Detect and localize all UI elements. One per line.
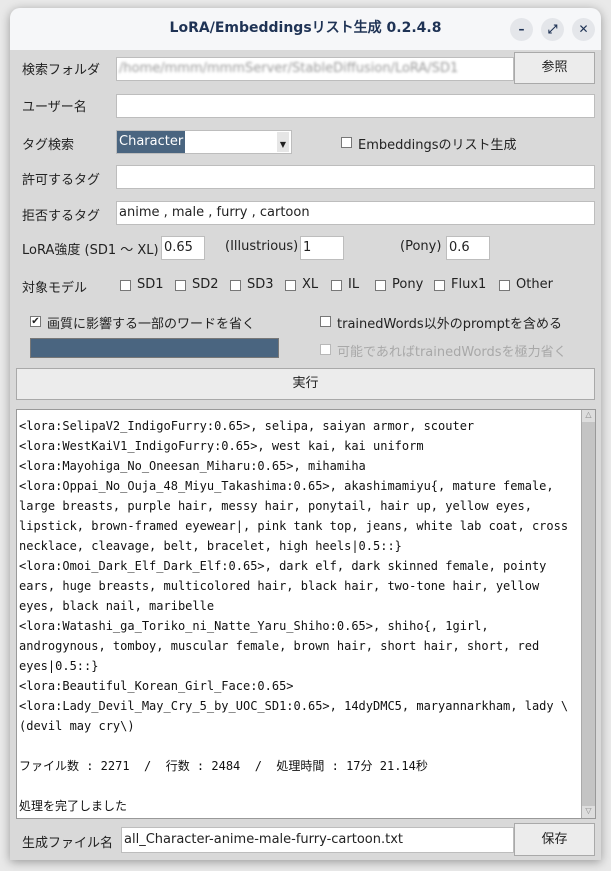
scroll-down-icon[interactable]: ▽ xyxy=(582,806,595,818)
model-checkbox-other[interactable] xyxy=(499,280,510,291)
strength-il-input[interactable]: 1 xyxy=(300,236,344,260)
model-checkbox-il[interactable] xyxy=(331,280,342,291)
deny-input[interactable]: anime , male , furry , cartoon xyxy=(116,201,595,225)
strength-label: LoRA強度 (SD1 〜 XL) xyxy=(22,243,159,258)
minimize-button[interactable]: – xyxy=(510,18,533,41)
deny-label: 拒否するタグ xyxy=(22,209,101,224)
strength-il-label: (Illustrious) xyxy=(225,239,299,254)
folder-label: 検索フォルダ xyxy=(22,63,101,78)
user-label: ユーザー名 xyxy=(22,100,87,115)
omit-quality-checkbox[interactable]: ✔ xyxy=(30,316,41,327)
model-label-pony: Pony xyxy=(392,277,424,292)
tag-search-combo[interactable]: Character ▼ xyxy=(116,130,292,154)
strength-pony-label: (Pony) xyxy=(400,239,442,254)
model-checkbox-sd3[interactable] xyxy=(230,280,241,291)
omit-quality-label: 画質に影響する一部のワードを省く xyxy=(47,317,256,332)
scrollbar[interactable]: △ ▽ xyxy=(581,410,595,818)
model-checkbox-xl[interactable] xyxy=(285,280,296,291)
embeddings-checkbox[interactable] xyxy=(341,137,352,148)
omit-trained-label: 可能であればtrainedWordsを極力省く xyxy=(337,345,567,360)
model-label-flux1: Flux1 xyxy=(451,277,487,292)
model-checkbox-flux1[interactable] xyxy=(434,280,445,291)
model-checkbox-sd2[interactable] xyxy=(175,280,186,291)
omit-trained-checkbox xyxy=(320,344,331,355)
dropdown-arrow-icon[interactable]: ▼ xyxy=(277,132,289,152)
model-label-sd2: SD2 xyxy=(192,277,219,292)
model-label-sd3: SD3 xyxy=(247,277,274,292)
strength-pony-input[interactable]: 0.6 xyxy=(446,236,490,260)
maximize-button[interactable]: ⤢ xyxy=(541,18,564,41)
folder-input[interactable]: /home/mmm/mmmServer/StableDiffusion/LoRA… xyxy=(119,61,458,76)
model-label-xl: XL xyxy=(302,277,319,292)
progress-fill xyxy=(31,339,278,357)
window-title: LoRA/Embeddingsリスト生成 0.2.4.8 xyxy=(169,20,442,36)
run-button[interactable]: 実行 xyxy=(16,368,595,400)
progress-bar xyxy=(30,338,279,358)
filename-label: 生成ファイル名 xyxy=(22,836,114,851)
tag-search-value: Character xyxy=(117,131,186,153)
model-label-il: IL xyxy=(348,277,360,292)
close-button[interactable]: ✕ xyxy=(572,18,595,41)
user-input[interactable] xyxy=(116,94,595,118)
include-prompt-label: trainedWords以外のpromptを含める xyxy=(337,317,562,332)
allow-input[interactable] xyxy=(116,165,595,189)
model-label-other: Other xyxy=(516,277,553,292)
output-textarea[interactable]: <lora:SelipaV2_IndigoFurry:0.65>, selipa… xyxy=(16,409,596,819)
models-label: 対象モデル xyxy=(22,281,88,296)
model-checkbox-pony[interactable] xyxy=(375,280,386,291)
output-text: <lora:SelipaV2_IndigoFurry:0.65>, selipa… xyxy=(19,419,569,813)
tag-search-label: タグ検索 xyxy=(22,138,75,153)
app-window: LoRA/Embeddingsリスト生成 0.2.4.8 – ⤢ ✕ 検索フォル… xyxy=(10,8,601,860)
embeddings-label: Embeddingsのリスト生成 xyxy=(358,138,517,153)
save-button[interactable]: 保存 xyxy=(514,823,595,856)
browse-button[interactable]: 参照 xyxy=(514,52,595,84)
strength-sd-input[interactable]: 0.65 xyxy=(161,236,205,260)
model-label-sd1: SD1 xyxy=(137,277,164,292)
allow-label: 許可するタグ xyxy=(22,173,101,188)
filename-input[interactable]: all_Character-anime-male-furry-cartoon.t… xyxy=(121,827,514,853)
include-prompt-checkbox[interactable] xyxy=(320,316,331,327)
model-checkbox-sd1[interactable] xyxy=(120,280,131,291)
scroll-up-icon[interactable]: △ xyxy=(582,410,595,422)
